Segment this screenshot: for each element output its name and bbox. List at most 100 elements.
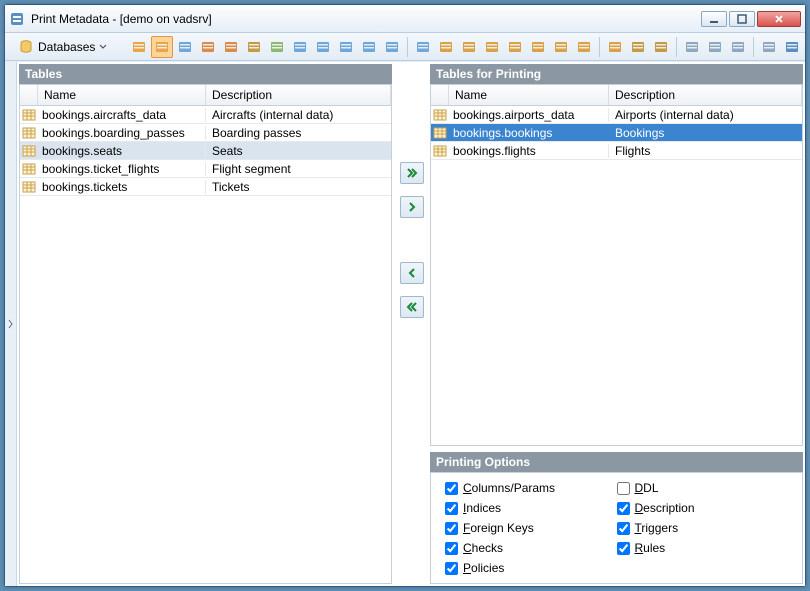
row-desc: Flights <box>609 144 802 158</box>
table-row[interactable]: bookings.seatsSeats <box>20 142 391 160</box>
tab5-icon[interactable] <box>504 36 526 58</box>
col-description[interactable]: Description <box>609 85 802 105</box>
row-name: bookings.flights <box>449 144 609 158</box>
option-columns-params[interactable]: Columns/Params <box>445 481 617 495</box>
option-label: Triggers <box>635 521 679 535</box>
option-policies[interactable]: Policies <box>445 561 617 575</box>
print-icon[interactable] <box>704 36 726 58</box>
row-desc: Airports (internal data) <box>609 108 802 122</box>
print2-icon[interactable] <box>758 36 780 58</box>
tab8-icon[interactable] <box>573 36 595 58</box>
table-icon <box>431 144 449 158</box>
table-row[interactable]: bookings.airports_dataAirports (internal… <box>431 106 802 124</box>
tab6-icon[interactable] <box>527 36 549 58</box>
side-gutter[interactable] <box>5 62 17 586</box>
move-all-left-button[interactable] <box>400 296 424 318</box>
option-foreign-keys[interactable]: Foreign Keys <box>445 521 617 535</box>
option-checks[interactable]: Checks <box>445 541 617 555</box>
separator <box>753 37 754 57</box>
option-description[interactable]: Description <box>617 501 789 515</box>
maximize-button[interactable] <box>729 11 755 27</box>
checkbox[interactable] <box>617 542 630 555</box>
table-icon <box>20 144 38 158</box>
grid-icon[interactable] <box>266 36 288 58</box>
tab2-icon[interactable] <box>435 36 457 58</box>
option-triggers[interactable]: Triggers <box>617 521 789 535</box>
transfer-controls <box>394 62 430 586</box>
row-desc: Flight segment <box>206 162 391 176</box>
checkbox[interactable] <box>617 522 630 535</box>
checkbox[interactable] <box>445 562 458 575</box>
table-row[interactable]: bookings.ticket_flightsFlight segment <box>20 160 391 178</box>
checkbox[interactable] <box>445 542 458 555</box>
option-label: Checks <box>463 541 503 555</box>
printing-options-body: Columns/Params DDL IndicesDescriptionForei… <box>430 472 803 584</box>
table-row[interactable]: bookings.aircrafts_dataAircrafts (intern… <box>20 106 391 124</box>
window-title: Print Metadata - [demo on vadsrv] <box>31 12 699 26</box>
option-label: DDL <box>635 481 659 495</box>
table-icon <box>431 108 449 122</box>
col-description[interactable]: Description <box>206 85 391 105</box>
checkbox[interactable] <box>617 502 630 515</box>
tables-header: Tables <box>19 64 392 84</box>
printing-grid-header: Name Description <box>431 85 802 106</box>
table-row[interactable]: bookings.boarding_passesBoarding passes <box>20 124 391 142</box>
checkbox[interactable] <box>445 482 458 495</box>
option-ddl[interactable]: DDL <box>617 481 789 495</box>
stack-icon[interactable] <box>627 36 649 58</box>
minimize-button[interactable] <box>701 11 727 27</box>
table-icon <box>20 126 38 140</box>
move-left-button[interactable] <box>400 262 424 284</box>
tab1-icon[interactable] <box>412 36 434 58</box>
import-icon[interactable] <box>220 36 242 58</box>
checkbox[interactable] <box>617 482 630 495</box>
separator <box>407 37 408 57</box>
col-left-icon[interactable] <box>312 36 334 58</box>
row-desc: Bookings <box>609 126 802 140</box>
option-rules[interactable]: Rules <box>617 541 789 555</box>
copy-icon[interactable] <box>650 36 672 58</box>
checkbox[interactable] <box>445 522 458 535</box>
close-button[interactable] <box>757 11 801 27</box>
titlebar[interactable]: Print Metadata - [demo on vadsrv] <box>5 5 805 33</box>
option-indices[interactable]: Indices <box>445 501 617 515</box>
find-icon[interactable] <box>681 36 703 58</box>
table-icon <box>20 162 38 176</box>
tables-panel: Tables Name Description bookings.aircraf… <box>19 64 392 584</box>
table-row[interactable]: bookings.ticketsTickets <box>20 178 391 196</box>
toolbar: Databases <box>5 33 805 61</box>
col-name[interactable]: Name <box>38 85 206 105</box>
grid2-icon[interactable] <box>289 36 311 58</box>
move-right-button[interactable] <box>400 196 424 218</box>
printing-options-panel: Printing Options Columns/ParamsDDLIndice… <box>430 452 803 584</box>
new-doc-icon[interactable] <box>128 36 150 58</box>
table-row[interactable]: bookings.flightsFlights <box>431 142 802 160</box>
box-icon[interactable] <box>604 36 626 58</box>
table-icon <box>20 108 38 122</box>
col-right-icon[interactable] <box>358 36 380 58</box>
tool-icon[interactable] <box>727 36 749 58</box>
move-all-right-button[interactable] <box>400 162 424 184</box>
tab4-icon[interactable] <box>481 36 503 58</box>
edit-icon[interactable] <box>243 36 265 58</box>
tab3-icon[interactable] <box>458 36 480 58</box>
tables-grid[interactable]: Name Description bookings.aircrafts_data… <box>19 84 392 584</box>
row-name: bookings.airports_data <box>449 108 609 122</box>
col-all-icon[interactable] <box>381 36 403 58</box>
schema-icon[interactable] <box>174 36 196 58</box>
tab7-icon[interactable] <box>550 36 572 58</box>
table-row[interactable]: bookings.bookingsBookings <box>431 124 802 142</box>
printing-tables-grid[interactable]: Name Description bookings.airports_dataA… <box>430 84 803 446</box>
app-icon <box>9 11 25 27</box>
row-name: bookings.tickets <box>38 180 206 194</box>
col-name[interactable]: Name <box>449 85 609 105</box>
table-icon <box>431 126 449 140</box>
window-icon[interactable] <box>781 36 803 58</box>
databases-dropdown[interactable]: Databases <box>13 36 114 58</box>
content-area: Tables Name Description bookings.aircraf… <box>5 61 805 586</box>
row-name: bookings.seats <box>38 144 206 158</box>
export-icon[interactable] <box>197 36 219 58</box>
col-mid-icon[interactable] <box>335 36 357 58</box>
tables-icon[interactable] <box>151 36 173 58</box>
checkbox[interactable] <box>445 502 458 515</box>
